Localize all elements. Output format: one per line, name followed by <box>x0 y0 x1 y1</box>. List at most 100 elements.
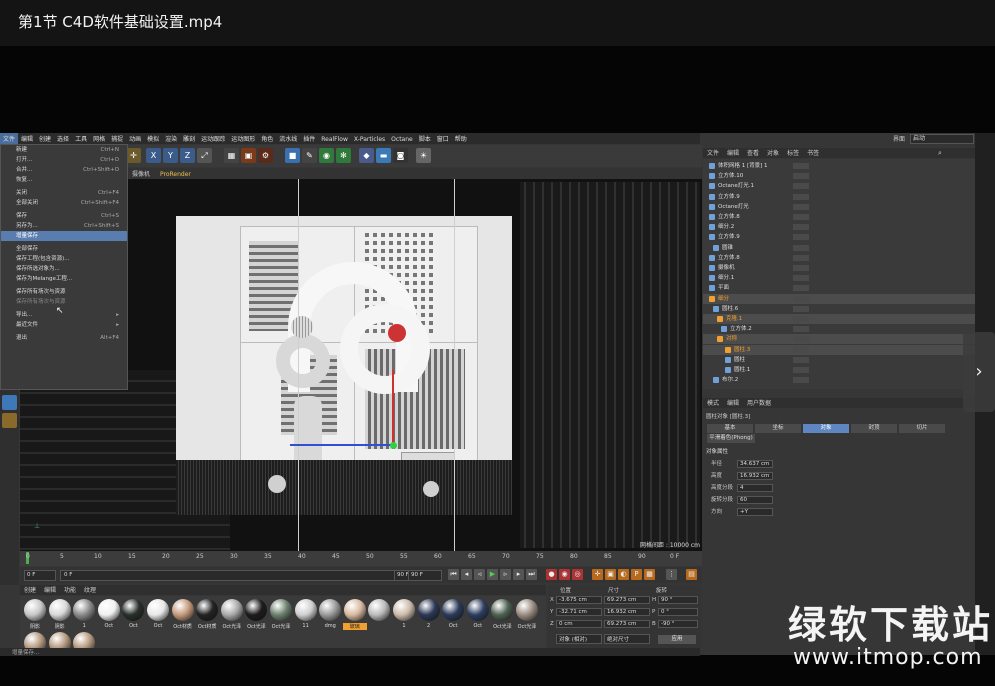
render-view-icon[interactable]: ▦ <box>224 148 239 163</box>
apply-button[interactable]: 应用 <box>658 635 696 644</box>
coord-pos-x[interactable]: -3.675 cm <box>556 596 602 604</box>
coord-size-y[interactable]: 16.932 cm <box>604 608 650 616</box>
attr-subtab-phong[interactable]: 平滑着色(Phong) <box>707 434 755 443</box>
coord-rot-h[interactable]: 90 ° <box>658 596 698 604</box>
autokey-icon[interactable]: ◉ <box>559 569 570 580</box>
next-chevron-icon[interactable]: › <box>963 332 995 412</box>
visibility-toggle-icon[interactable] <box>793 356 809 363</box>
material-swatch[interactable] <box>245 599 268 621</box>
viewport-tab-prorender[interactable]: ProRender <box>155 170 196 179</box>
move-key-icon[interactable]: ✛ <box>592 569 603 580</box>
object-row[interactable]: 细分 <box>703 293 975 304</box>
menu-animate[interactable]: 动画 <box>126 133 144 144</box>
menu-item-save[interactable]: 保存 Ctrl+S <box>1 211 127 221</box>
cube-icon[interactable]: ■ <box>285 148 300 163</box>
material-swatch[interactable] <box>48 599 71 621</box>
menu-motion-tracking[interactable]: 运动跟踪 <box>198 133 228 144</box>
menu-item-exit[interactable]: 退出 Alt+F4 <box>1 333 127 343</box>
coord-rot-b[interactable]: -90 ° <box>658 620 698 628</box>
menu-edit[interactable]: 编辑 <box>18 133 36 144</box>
layout-dropdown[interactable]: 启动 <box>910 134 974 144</box>
object-row[interactable]: Octane灯光.1 <box>703 181 975 191</box>
menu-item-close[interactable]: 关闭 Ctrl+F4 <box>1 188 127 198</box>
frame-range-slider[interactable]: 0 F <box>60 570 395 581</box>
menu-render[interactable]: 渲染 <box>162 133 180 144</box>
deformer-icon[interactable]: ◆ <box>359 148 374 163</box>
goto-start-icon[interactable]: ⏮ <box>448 569 459 580</box>
menu-item-incremental-save[interactable]: 增量保存 <box>1 231 127 241</box>
gizmo-y-axis[interactable] <box>392 370 394 446</box>
subdivision-icon[interactable]: ◉ <box>319 148 334 163</box>
material-swatch[interactable] <box>466 599 489 621</box>
object-row[interactable]: 立方体.9 <box>703 232 975 242</box>
object-row[interactable]: 对称 <box>703 334 975 345</box>
material-swatch[interactable] <box>393 599 415 621</box>
menu-sculpt[interactable]: 雕刻 <box>180 133 198 144</box>
coord-size-x[interactable]: 69.273 cm <box>604 596 650 604</box>
floor-icon[interactable]: ▬ <box>376 148 391 163</box>
menu-item-save-all[interactable]: 全部保存 <box>1 244 127 254</box>
object-row[interactable]: 圆柱.6 <box>703 304 975 314</box>
visibility-toggle-icon[interactable] <box>793 214 809 220</box>
goto-end-icon[interactable]: ⏭ <box>526 569 537 580</box>
rotate-key-icon[interactable]: ◐ <box>618 569 629 580</box>
object-row[interactable]: 克隆.1 <box>703 314 975 324</box>
menu-item-save-takes[interactable]: 保存所有场次与资源 <box>1 287 127 297</box>
param-key-icon[interactable]: P <box>631 569 642 580</box>
visibility-toggle-icon[interactable] <box>793 377 809 384</box>
material-swatch[interactable] <box>122 599 145 621</box>
material-swatch[interactable] <box>97 599 120 621</box>
tool-icon[interactable] <box>2 413 17 428</box>
menu-snap[interactable]: 捕捉 <box>108 133 126 144</box>
step-forward-icon[interactable]: ▹ <box>500 569 511 580</box>
visibility-toggle-icon[interactable] <box>793 346 809 353</box>
visibility-toggle-icon[interactable] <box>793 367 809 373</box>
render-picture-viewer-icon[interactable]: ▣ <box>241 148 256 163</box>
material-swatch[interactable] <box>516 599 538 621</box>
coord-pos-z[interactable]: 0 cm <box>556 620 602 628</box>
menu-pipeline[interactable]: 流水线 <box>276 133 300 144</box>
visibility-toggle-icon[interactable] <box>793 295 809 302</box>
next-key-icon[interactable]: ▸ <box>513 569 524 580</box>
pen-icon[interactable]: ✎ <box>302 148 317 163</box>
visibility-toggle-icon[interactable] <box>793 275 809 282</box>
object-row[interactable]: 布尔.2 <box>703 375 975 385</box>
menu-item-revert[interactable]: 恢复... <box>1 175 127 185</box>
menu-script[interactable]: 脚本 <box>416 133 434 144</box>
object-row[interactable]: 立方体.9 <box>703 192 975 202</box>
visibility-toggle-icon[interactable] <box>793 163 809 169</box>
coord-size-z[interactable]: 69.273 cm <box>604 620 650 628</box>
visibility-toggle-icon[interactable] <box>793 336 809 343</box>
object-row[interactable]: 立方体.2 <box>703 324 975 334</box>
material-swatch[interactable] <box>417 599 440 621</box>
y-axis-icon[interactable]: Y <box>163 148 178 163</box>
visibility-toggle-icon[interactable] <box>793 305 809 312</box>
menu-item-recent-files[interactable]: 最近文件 ▸ <box>1 320 127 330</box>
material-swatch[interactable] <box>294 599 317 621</box>
pla-key-icon[interactable]: ▦ <box>644 569 655 580</box>
object-row[interactable]: Octane灯光 <box>703 202 975 212</box>
visibility-toggle-icon[interactable] <box>793 183 809 190</box>
tool-icon[interactable] <box>2 395 17 410</box>
object-row[interactable]: 圆柱.1 <box>703 365 975 375</box>
menu-simulate[interactable]: 模拟 <box>144 133 162 144</box>
attr-subtab-object[interactable]: 对象 <box>803 424 849 433</box>
step-back-icon[interactable]: ◃ <box>474 569 485 580</box>
menu-file[interactable]: 文件 <box>0 133 19 144</box>
object-row[interactable]: 立方体.8 <box>703 212 975 222</box>
max-frame-field[interactable]: 90 F <box>408 570 442 581</box>
material-tab-function[interactable]: 功能 <box>60 585 80 594</box>
object-row[interactable]: 摄像机 <box>703 263 975 273</box>
om-tab-bookmarks[interactable]: 书签 <box>803 148 823 157</box>
material-swatch[interactable] <box>196 599 219 621</box>
scale-key-icon[interactable]: ▣ <box>605 569 616 580</box>
material-tab-texture[interactable]: 纹理 <box>80 585 100 594</box>
gizmo-center[interactable] <box>390 442 397 449</box>
viewport-tab-camera[interactable]: 摄像机 <box>127 168 155 179</box>
visibility-toggle-icon[interactable] <box>793 224 809 231</box>
menu-octane[interactable]: Octane <box>388 135 416 144</box>
visibility-toggle-icon[interactable] <box>793 173 809 180</box>
menu-item-save-project-assets[interactable]: 保存工程(包含资源)... <box>1 254 127 264</box>
menu-mesh[interactable]: 网格 <box>90 133 108 144</box>
attr-subtab-basic[interactable]: 基本 <box>707 424 753 433</box>
